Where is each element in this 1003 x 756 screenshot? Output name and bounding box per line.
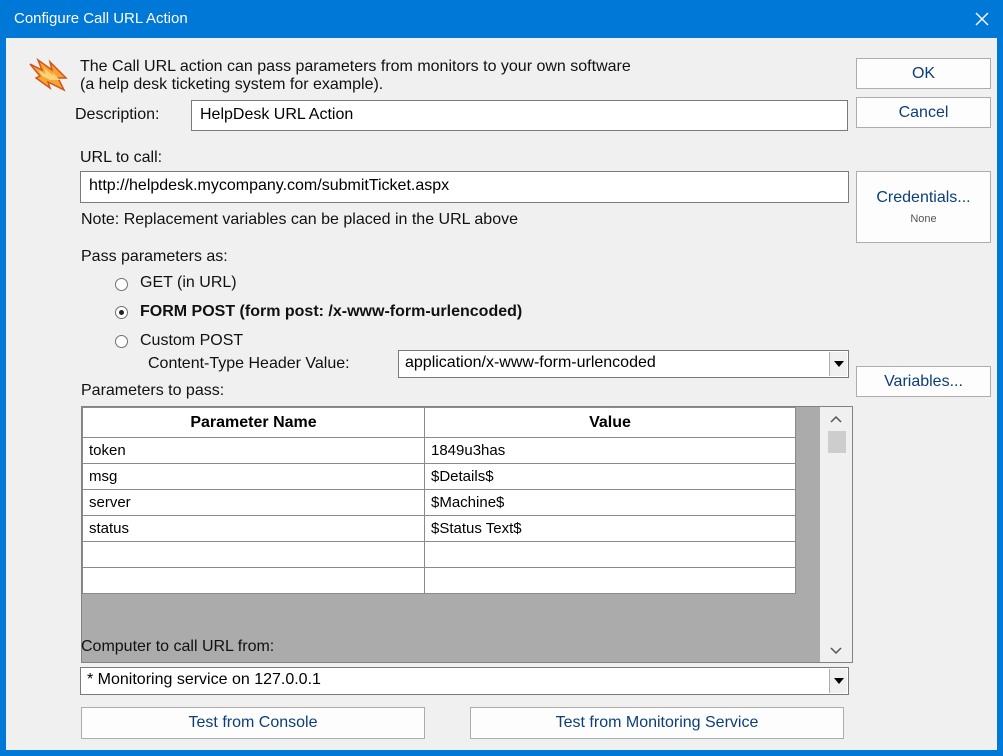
intro-text: The Call URL action can pass parameters … (80, 58, 631, 94)
credentials-status: None (910, 213, 937, 225)
intro-line-2: (a help desk ticketing system for exampl… (80, 76, 384, 93)
param-name-cell[interactable]: token (82, 437, 425, 464)
vertical-scrollbar[interactable] (820, 407, 852, 662)
dialog-body: The Call URL action can pass parameters … (6, 38, 997, 750)
url-label: URL to call: (80, 149, 163, 166)
param-value-cell[interactable] (424, 541, 796, 568)
param-name-cell[interactable]: server (82, 489, 425, 516)
computer-label: Computer to call URL from: (81, 638, 275, 655)
radio-form-post[interactable] (115, 306, 128, 319)
param-name-cell[interactable] (82, 541, 425, 568)
test-from-monitoring-service-button[interactable]: Test from Monitoring Service (470, 707, 844, 739)
table-header-row: Parameter Name Value (82, 407, 796, 438)
intro-line-1: The Call URL action can pass parameters … (80, 58, 631, 75)
column-header-value[interactable]: Value (424, 407, 796, 438)
url-field[interactable]: http://helpdesk.mycompany.com/submitTick… (80, 171, 849, 203)
parameters-grid[interactable]: Parameter Name Value token 1849u3has msg… (81, 406, 853, 663)
param-value-cell[interactable] (424, 567, 796, 594)
radio-get-label: GET (in URL) (140, 274, 237, 291)
computer-select[interactable]: * Monitoring service on 127.0.0.1 (80, 667, 849, 695)
credentials-label: Credentials... (876, 189, 971, 206)
variables-button[interactable]: Variables... (856, 366, 991, 397)
window-title: Configure Call URL Action (14, 10, 188, 27)
content-type-label: Content-Type Header Value: (148, 355, 350, 372)
title-bar: Configure Call URL Action (0, 0, 1003, 38)
parameters-label: Parameters to pass: (81, 382, 225, 399)
column-header-parameter-name[interactable]: Parameter Name (82, 407, 425, 438)
parameters-table: Parameter Name Value token 1849u3has msg… (82, 407, 796, 594)
close-icon[interactable] (969, 6, 995, 32)
content-type-value: application/x-www-form-urlencoded (405, 354, 656, 371)
description-field[interactable]: HelpDesk URL Action (191, 100, 848, 131)
param-name-cell[interactable]: status (82, 515, 425, 542)
action-icon (29, 57, 68, 92)
description-label: Description: (75, 106, 160, 123)
test-from-console-button[interactable]: Test from Console (81, 707, 425, 739)
chevron-down-icon[interactable] (830, 647, 842, 655)
cancel-button[interactable]: Cancel (856, 97, 991, 128)
pass-params-label: Pass parameters as: (81, 248, 228, 265)
table-row[interactable]: msg $Details$ (82, 463, 796, 490)
content-type-select[interactable]: application/x-www-form-urlencoded (398, 350, 849, 378)
credentials-button[interactable]: Credentials... None (856, 171, 991, 243)
url-note: Note: Replacement variables can be place… (81, 211, 518, 228)
chevron-down-icon[interactable] (829, 352, 847, 376)
radio-get[interactable] (115, 278, 128, 291)
scrollbar-thumb[interactable] (828, 431, 846, 453)
table-row[interactable] (82, 567, 796, 594)
chevron-down-icon[interactable] (829, 669, 847, 693)
param-value-cell[interactable]: 1849u3has (424, 437, 796, 464)
table-row[interactable]: server $Machine$ (82, 489, 796, 516)
chevron-up-icon[interactable] (830, 415, 842, 423)
param-value-cell[interactable]: $Details$ (424, 463, 796, 490)
radio-form-post-label: FORM POST (form post: /x-www-form-urlenc… (140, 303, 523, 320)
ok-button[interactable]: OK (856, 58, 991, 89)
param-value-cell[interactable]: $Status Text$ (424, 515, 796, 542)
table-row[interactable]: status $Status Text$ (82, 515, 796, 542)
param-name-cell[interactable]: msg (82, 463, 425, 490)
table-row[interactable] (82, 541, 796, 568)
param-value-cell[interactable]: $Machine$ (424, 489, 796, 516)
param-name-cell[interactable] (82, 567, 425, 594)
computer-value: * Monitoring service on 127.0.0.1 (87, 671, 321, 688)
radio-custom-post[interactable] (115, 335, 128, 348)
table-row[interactable]: token 1849u3has (82, 437, 796, 464)
radio-custom-post-label: Custom POST (140, 332, 244, 349)
